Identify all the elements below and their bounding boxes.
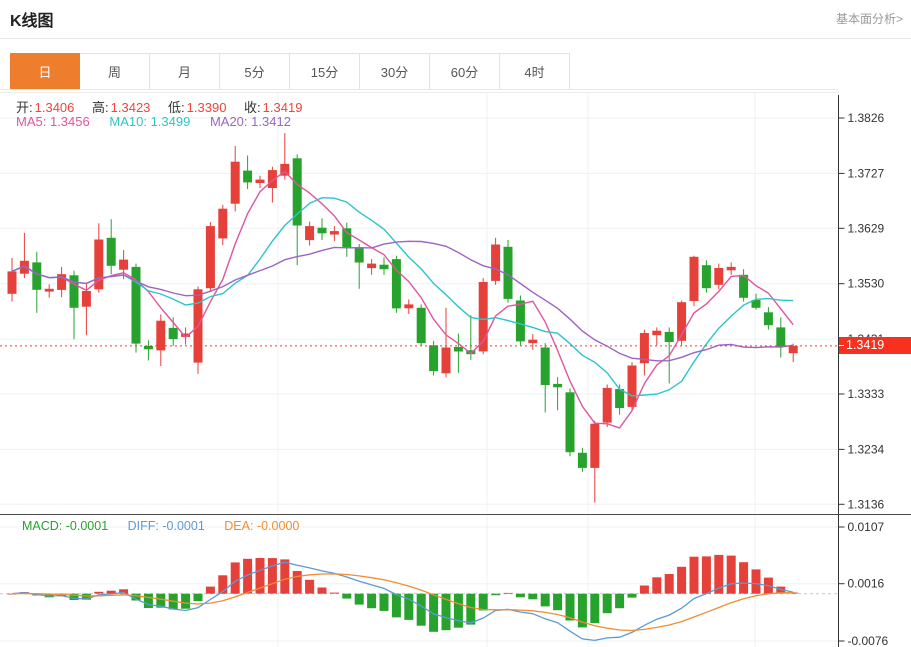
diff-label: DIFF: <box>128 519 159 533</box>
ma5-value: 1.3456 <box>50 114 90 129</box>
ma20-label: MA20: <box>210 114 248 129</box>
dea-line <box>12 574 793 631</box>
close-value: 1.3419 <box>263 100 303 115</box>
interval-tab-周[interactable]: 周 <box>80 53 150 90</box>
price-axis-label: 1.3727 <box>848 166 885 180</box>
open-value: 1.3406 <box>35 100 75 115</box>
macd-axis-labels: 0.0107 0.0016 -0.0076 <box>839 520 889 647</box>
page-title: K线图 <box>10 7 54 31</box>
low-label: 低: <box>168 100 185 115</box>
diff-line <box>12 562 793 640</box>
close-label: 收: <box>244 100 261 115</box>
interval-tab-60分[interactable]: 60分 <box>430 53 500 90</box>
candlestick-series <box>8 133 798 503</box>
ma10-legend: MA10: 1.3499 <box>109 114 190 129</box>
macd-axis-label: 0.0016 <box>848 577 885 591</box>
last-price-tag: 1.3419 <box>839 337 911 354</box>
macd-gridlines <box>0 515 838 647</box>
close-quote: 收:1.3419 <box>244 100 302 115</box>
diff-value: -0.0001 <box>162 519 204 533</box>
panel-divider <box>0 514 911 515</box>
ma10-label: MA10: <box>109 114 147 129</box>
price-axis-label: 1.3629 <box>848 221 885 235</box>
macd-value: -0.0001 <box>66 519 108 533</box>
ma20-legend: MA20: 1.3412 <box>210 114 291 129</box>
macd-chart: 0.0107 0.0016 -0.0076 <box>0 515 911 647</box>
dea-label: DEA: <box>224 519 253 533</box>
last-price-tick <box>839 345 844 346</box>
price-axis-label: 1.3826 <box>848 111 885 125</box>
low-value: 1.3390 <box>187 100 227 115</box>
low-quote: 低:1.3390 <box>168 100 226 115</box>
open-label: 开: <box>16 100 33 115</box>
interval-tab-15分[interactable]: 15分 <box>290 53 360 90</box>
ma-legend-row: MA5: 1.3456 MA10: 1.3499 MA20: 1.3412 <box>16 114 307 129</box>
interval-tabbar: 日周月5分15分30分60分4时 <box>10 53 570 90</box>
ma10-line <box>12 198 793 396</box>
last-price-text: 1.3419 <box>846 338 884 352</box>
dea-legend: DEA: -0.0000 <box>224 519 299 533</box>
price-axis-label: 1.3333 <box>848 387 885 401</box>
main-price-chart: 1.38261.37271.36291.35301.34311.33331.32… <box>0 92 911 515</box>
ma5-legend: MA5: 1.3456 <box>16 114 90 129</box>
price-axis-label: 1.3234 <box>848 442 885 456</box>
macd-legend-row: MACD: -0.0001 DIFF: -0.0001 DEA: -0.0000 <box>22 519 315 533</box>
ma20-value: 1.3412 <box>251 114 291 129</box>
price-axis-labels: 1.38261.37271.36291.35301.34311.33331.32… <box>839 111 885 511</box>
high-quote: 高:1.3423 <box>92 100 150 115</box>
interval-tab-5分[interactable]: 5分 <box>220 53 290 90</box>
macd-label: MACD: <box>22 519 62 533</box>
diff-legend: DIFF: -0.0001 <box>128 519 205 533</box>
header-divider <box>0 38 911 39</box>
kline-page: K线图 基本面分析> 日周月5分15分30分60分4时 开:1.3406 高:1… <box>0 0 911 647</box>
macd-axis-label: -0.0076 <box>848 634 889 647</box>
interval-tab-月[interactable]: 月 <box>150 53 220 90</box>
macd-legend: MACD: -0.0001 <box>22 519 108 533</box>
interval-tab-30分[interactable]: 30分 <box>360 53 430 90</box>
open-quote: 开:1.3406 <box>16 100 74 115</box>
interval-tab-日[interactable]: 日 <box>10 53 80 90</box>
price-axis-label: 1.3136 <box>848 497 885 511</box>
price-axis-label: 1.3530 <box>848 277 885 291</box>
ma10-value: 1.3499 <box>151 114 191 129</box>
price-gridlines <box>0 93 838 513</box>
high-value: 1.3423 <box>111 100 151 115</box>
ma5-label: MA5: <box>16 114 46 129</box>
macd-axis-label: 0.0107 <box>848 520 885 534</box>
fundamental-analysis-link[interactable]: 基本面分析> <box>836 10 903 27</box>
ma5-line <box>12 172 793 428</box>
dea-value: -0.0000 <box>257 519 299 533</box>
high-label: 高: <box>92 100 109 115</box>
tabbar-baseline <box>0 89 838 90</box>
interval-tab-4时[interactable]: 4时 <box>500 53 570 90</box>
